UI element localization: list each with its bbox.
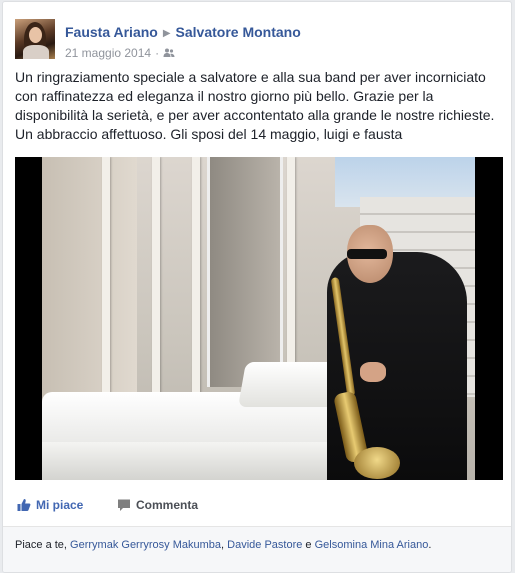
like-button[interactable]: Mi piace: [17, 498, 83, 512]
like-label: Mi piace: [36, 498, 84, 512]
likes-separator: e: [302, 539, 315, 551]
post-title: Fausta Ariano ▶ Salvatore Montano: [65, 24, 301, 40]
author-avatar[interactable]: [15, 19, 55, 59]
thumbs-up-icon: [17, 499, 31, 511]
post-date[interactable]: 21 maggio 2014: [65, 46, 151, 60]
meta-separator: ·: [155, 46, 160, 60]
post-meta: 21 maggio 2014 ·: [65, 46, 175, 60]
likes-prefix: Piace a te,: [15, 539, 71, 551]
likes-text: Piace a te, Gerrymak Gerryrosy Makumba, …: [15, 539, 431, 551]
friends-icon[interactable]: [163, 47, 175, 59]
saxophonist-photo: [42, 157, 475, 480]
liker-link[interactable]: Gelsomina Mina Ariano: [315, 539, 429, 551]
target-profile-link[interactable]: Salvatore Montano: [176, 24, 301, 40]
author-link[interactable]: Fausta Ariano: [65, 24, 158, 40]
post-text: Un ringraziamento speciale a salvatore e…: [15, 69, 495, 142]
post-photo[interactable]: [15, 157, 503, 480]
comment-icon: [118, 499, 130, 511]
comment-label: Commenta: [136, 498, 199, 512]
liker-link[interactable]: Davide Pastore: [227, 539, 302, 551]
likes-summary: Piace a te, Gerrymak Gerryrosy Makumba, …: [3, 527, 511, 572]
comment-button[interactable]: Commenta: [117, 498, 198, 512]
liker-link[interactable]: Gerrymak Gerryrosy Makumba: [70, 539, 221, 551]
likes-suffix: .: [428, 539, 432, 551]
post-card: Fausta Ariano ▶ Salvatore Montano 21 maggi…: [2, 1, 512, 573]
arrow-right-icon: ▶: [162, 28, 171, 39]
